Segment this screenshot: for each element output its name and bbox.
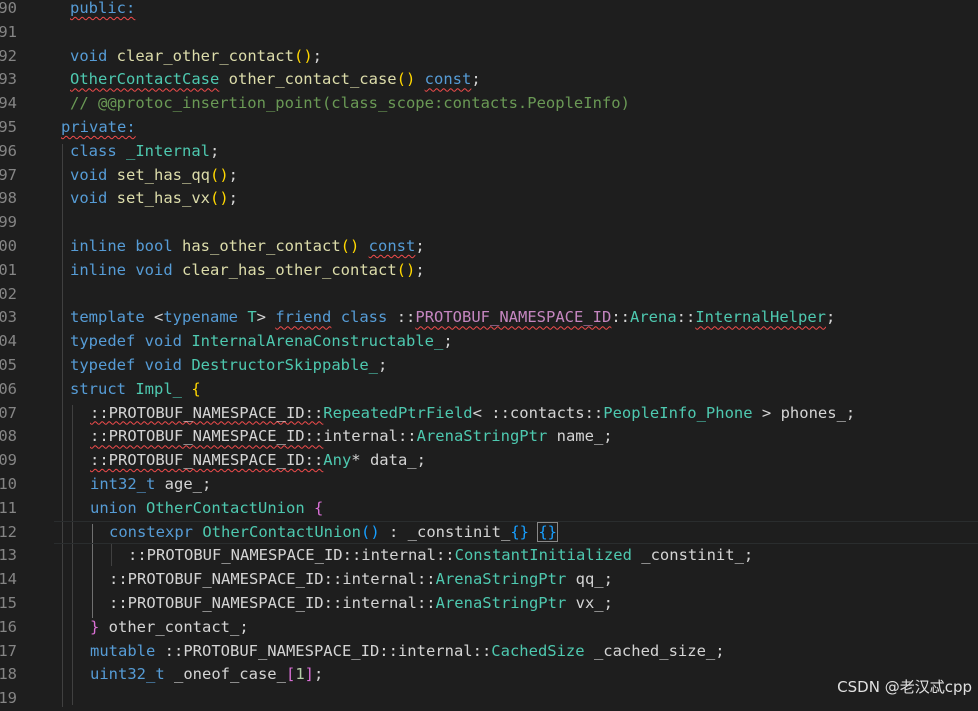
code-line[interactable]: 02 xyxy=(0,283,978,307)
code-line[interactable]: 17 mutable ::PROTOBUF_NAMESPACE_ID::inte… xyxy=(0,640,978,664)
line-code: union OtherContactUnion { xyxy=(90,498,324,517)
line-code: typedef void DestructorSkippable_; xyxy=(70,356,388,374)
code-line[interactable]: 98 void set_has_vx(); xyxy=(0,187,978,211)
line-code: ::PROTOBUF_NAMESPACE_ID::internal::Arena… xyxy=(109,594,613,612)
line-code: OtherContactCase other_contact_case() co… xyxy=(70,70,481,89)
code-line[interactable]: 93 OtherContactCase other_contact_case()… xyxy=(0,68,978,92)
line-number: 14 xyxy=(0,570,17,589)
line-number: 02 xyxy=(0,284,17,303)
line-code: private: xyxy=(61,118,136,136)
line-number: 92 xyxy=(0,46,17,65)
line-code: public: xyxy=(70,0,136,17)
line-number: 93 xyxy=(0,70,17,89)
code-line[interactable]: 06 struct Impl_ { xyxy=(0,378,978,402)
code-line[interactable]: 14 ::PROTOBUF_NAMESPACE_ID::internal::Ar… xyxy=(0,568,978,592)
line-number: 06 xyxy=(0,379,17,398)
line-number: 16 xyxy=(0,617,17,636)
line-code: ::PROTOBUF_NAMESPACE_ID::internal::Const… xyxy=(128,546,754,565)
code-line[interactable]: 03 template <typename T> friend class ::… xyxy=(0,306,978,330)
line-number: 12 xyxy=(0,522,17,541)
line-number: 96 xyxy=(0,141,17,160)
watermark: CSDN @老汉忒cpp xyxy=(837,678,972,696)
code-line[interactable]: 18 uint32_t _oneof_case_[1]; xyxy=(0,663,978,687)
code-line[interactable]: 16 } other_contact_; xyxy=(0,616,978,640)
line-number: 11 xyxy=(0,498,17,517)
code-line[interactable]: 04 typedef void InternalArenaConstructab… xyxy=(0,330,978,354)
code-line[interactable]: 10 int32_t age_; xyxy=(0,473,978,497)
code-line[interactable]: 99 xyxy=(0,211,978,235)
line-code: inline bool has_other_contact() const; xyxy=(70,237,425,255)
line-code: ::PROTOBUF_NAMESPACE_ID::internal::Arena… xyxy=(109,570,613,589)
line-number: 05 xyxy=(0,356,17,374)
code-line[interactable]: 91 xyxy=(0,21,978,45)
line-code: inline void clear_has_other_contact(); xyxy=(70,260,425,279)
line-code: ::PROTOBUF_NAMESPACE_ID::RepeatedPtrFiel… xyxy=(90,403,856,422)
line-number: 01 xyxy=(0,260,17,279)
line-comment: // @@protoc_insertion_point(class_scope:… xyxy=(70,94,630,113)
code-line[interactable]: 05 typedef void DestructorSkippable_; xyxy=(0,354,978,378)
line-number: 17 xyxy=(0,641,17,660)
line-code: void clear_other_contact(); xyxy=(70,46,322,65)
line-number: 04 xyxy=(0,332,17,351)
code-editor[interactable]: 90 public: 91 92 void clear_other_contac… xyxy=(0,0,978,707)
line-number: 19 xyxy=(0,689,17,708)
line-number: 97 xyxy=(0,165,17,184)
code-line[interactable]: 19 xyxy=(0,687,978,711)
line-code: ::PROTOBUF_NAMESPACE_ID::Any* data_; xyxy=(90,451,426,470)
code-line[interactable]: 08 ::PROTOBUF_NAMESPACE_ID::internal::Ar… xyxy=(0,425,978,449)
line-number: 09 xyxy=(0,451,17,470)
line-number: 15 xyxy=(0,594,17,612)
line-number: 07 xyxy=(0,403,17,422)
code-line[interactable]: 11 union OtherContactUnion { xyxy=(0,497,978,521)
line-number: 95 xyxy=(0,118,17,136)
line-code: struct Impl_ { xyxy=(70,379,201,398)
line-number: 98 xyxy=(0,189,17,208)
line-number: 10 xyxy=(0,475,17,493)
line-number: 94 xyxy=(0,94,17,113)
line-code: int32_t age_; xyxy=(90,475,212,493)
line-code: typedef void InternalArenaConstructable_… xyxy=(70,332,453,351)
line-code: template <typename T> friend class ::PRO… xyxy=(70,308,836,327)
code-line[interactable]: 15 ::PROTOBUF_NAMESPACE_ID::internal::Ar… xyxy=(0,592,978,616)
line-code: mutable ::PROTOBUF_NAMESPACE_ID::interna… xyxy=(90,641,725,660)
line-number: 13 xyxy=(0,546,17,565)
code-line[interactable]: 92 void clear_other_contact(); xyxy=(0,45,978,69)
code-line[interactable]: 00 inline bool has_other_contact() const… xyxy=(0,235,978,259)
line-code: constexpr OtherContactUnion() : _constin… xyxy=(109,521,558,542)
code-line-active[interactable]: 12 constexpr OtherContactUnion() : _cons… xyxy=(0,520,978,545)
line-number: 00 xyxy=(0,237,17,255)
code-line[interactable]: 94 // @@protoc_insertion_point(class_sco… xyxy=(0,92,978,116)
line-code: class _Internal; xyxy=(70,141,220,160)
code-line[interactable]: 97 void set_has_qq(); xyxy=(0,164,978,188)
line-number: 91 xyxy=(0,22,17,41)
line-code: uint32_t _oneof_case_[1]; xyxy=(90,665,324,684)
code-line[interactable]: 07 ::PROTOBUF_NAMESPACE_ID::RepeatedPtrF… xyxy=(0,402,978,426)
code-line[interactable]: 90 public: xyxy=(0,0,978,21)
line-code: void set_has_vx(); xyxy=(70,189,239,208)
line-code: } other_contact_; xyxy=(90,617,249,636)
code-line[interactable]: 95 private: xyxy=(0,116,978,140)
line-number: 99 xyxy=(0,213,17,232)
line-number: 90 xyxy=(0,0,17,17)
line-number: 18 xyxy=(0,665,17,684)
code-line[interactable]: 96 class _Internal; xyxy=(0,140,978,164)
line-code: ::PROTOBUF_NAMESPACE_ID::internal::Arena… xyxy=(90,427,613,446)
code-line[interactable]: 01 inline void clear_has_other_contact()… xyxy=(0,259,978,283)
line-number: 03 xyxy=(0,308,17,327)
line-code: void set_has_qq(); xyxy=(70,165,239,184)
code-line[interactable]: 09 ::PROTOBUF_NAMESPACE_ID::Any* data_; xyxy=(0,449,978,473)
code-line[interactable]: 13 ::PROTOBUF_NAMESPACE_ID::internal::Co… xyxy=(0,544,978,568)
line-number: 08 xyxy=(0,427,17,446)
